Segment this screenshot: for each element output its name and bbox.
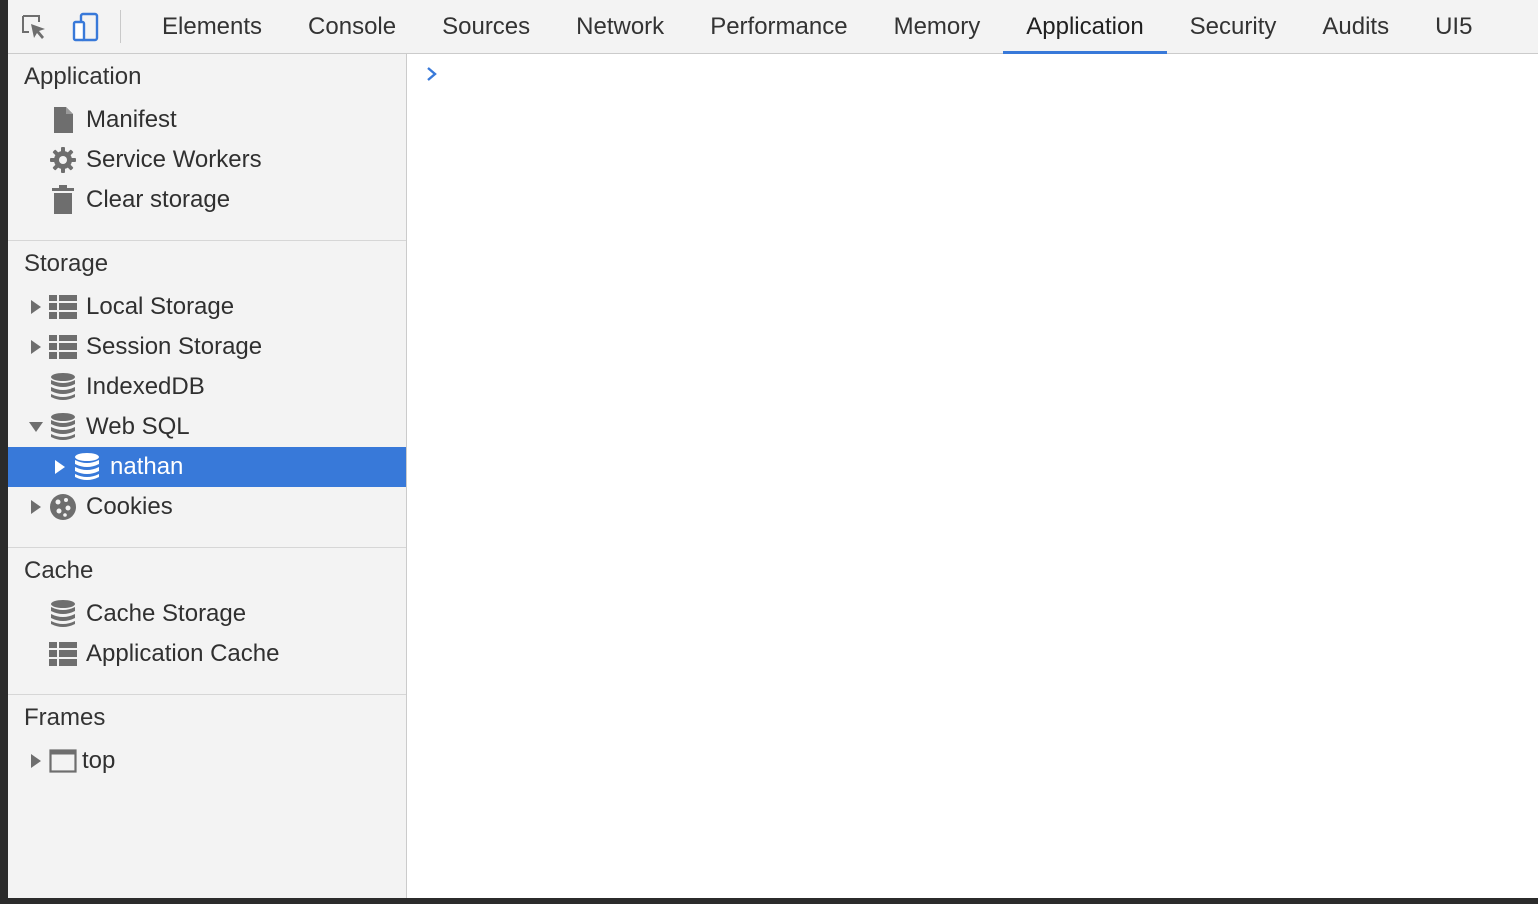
collapse-triangle-icon[interactable] <box>24 407 48 447</box>
sidebar-item-label: Clear storage <box>86 186 231 213</box>
sidebar-item-label: Web SQL <box>86 413 190 440</box>
database-icon <box>48 412 78 442</box>
tab-performance[interactable]: Performance <box>687 0 870 53</box>
tab-label: Application <box>1026 12 1144 40</box>
tab-console[interactable]: Console <box>285 0 419 53</box>
tab-security[interactable]: Security <box>1167 0 1300 53</box>
sidebar-item-label: Application Cache <box>86 640 280 667</box>
tab-label: Audits <box>1322 12 1390 40</box>
sidebar-item-label: IndexedDB <box>86 373 205 400</box>
sidebar-item-application-cache[interactable]: Application Cache <box>8 634 406 674</box>
tab-label: Performance <box>710 12 848 40</box>
sidebar-item-session-storage[interactable]: Session Storage <box>8 327 406 367</box>
sidebar-item-service-workers[interactable]: Service Workers <box>8 140 406 180</box>
database-icon <box>48 599 78 629</box>
device-toolbar-button[interactable] <box>60 0 112 53</box>
sidebar-item-label: Manifest <box>86 106 177 133</box>
sidebar-item-label: nathan <box>110 453 184 480</box>
grid-icon <box>48 639 78 669</box>
section-title-storage: Storage <box>8 241 406 287</box>
section-title-cache: Cache <box>8 548 406 594</box>
grid-icon <box>48 332 78 362</box>
tab-label: Elements <box>162 12 263 40</box>
database-icon <box>72 452 102 482</box>
tab-application[interactable]: Application <box>1003 0 1168 54</box>
database-icon <box>48 372 78 402</box>
sidebar-item-label: Cache Storage <box>86 600 247 627</box>
sidebar-item-web-sql[interactable]: Web SQL <box>8 407 406 447</box>
sidebar-item-manifest[interactable]: Manifest <box>8 100 406 140</box>
tab-memory[interactable]: Memory <box>871 0 1004 53</box>
toolbar-separator <box>120 10 121 43</box>
expand-triangle-icon[interactable] <box>48 447 72 487</box>
sidebar-item-label: Session Storage <box>86 333 263 360</box>
section-title-text: Application <box>24 63 142 90</box>
tab-label: Console <box>308 12 397 40</box>
expand-triangle-icon[interactable] <box>24 327 48 367</box>
expand-triangle-icon[interactable] <box>24 287 48 327</box>
section-title-frames: Frames <box>8 695 406 741</box>
tab-audits[interactable]: Audits <box>1299 0 1412 53</box>
chevron-right-icon <box>425 66 439 87</box>
tab-label: Network <box>576 12 665 40</box>
sidebar-item-nathan[interactable]: nathan <box>8 447 406 487</box>
sidebar-item-label: top <box>82 747 116 774</box>
sidebar-item-label: Cookies <box>86 493 173 520</box>
sidebar-item-top-frame[interactable]: top <box>8 741 406 781</box>
expand-triangle-icon[interactable] <box>24 741 48 781</box>
inspect-element-button[interactable] <box>8 0 60 53</box>
sidebar-item-cache-storage[interactable]: Cache Storage <box>8 594 406 634</box>
tab-label: UI5 <box>1435 12 1473 40</box>
sidebar-item-indexeddb[interactable]: IndexedDB <box>8 367 406 407</box>
section-title-text: Cache <box>24 557 94 584</box>
trash-icon <box>48 185 78 215</box>
tab-label: Security <box>1189 12 1277 40</box>
tab-label: Memory <box>893 12 981 40</box>
main-panel[interactable] <box>407 54 1538 898</box>
section-title-application: Application <box>8 54 406 100</box>
section-title-text: Frames <box>24 704 106 731</box>
devtools-toolbar: Elements Console Sources Network Perform… <box>8 0 1538 54</box>
sidebar-item-label: Local Storage <box>86 293 235 320</box>
application-sidebar: Application Manifest Service Workers Cle… <box>8 54 407 898</box>
sidebar-item-cookies[interactable]: Cookies <box>8 487 406 527</box>
gear-icon <box>48 145 78 175</box>
expand-triangle-icon[interactable] <box>24 487 48 527</box>
grid-icon <box>48 292 78 322</box>
sidebar-item-local-storage[interactable]: Local Storage <box>8 287 406 327</box>
section-title-text: Storage <box>24 250 109 277</box>
cookie-icon <box>48 492 78 522</box>
frame-icon <box>48 746 78 776</box>
tab-sources[interactable]: Sources <box>419 0 553 53</box>
sidebar-item-label: Service Workers <box>86 146 262 173</box>
tab-network[interactable]: Network <box>553 0 687 53</box>
devtools-window: Elements Console Sources Network Perform… <box>8 0 1538 898</box>
tab-label: Sources <box>442 12 531 40</box>
tab-ui5[interactable]: UI5 <box>1412 0 1495 53</box>
tab-elements[interactable]: Elements <box>139 0 285 53</box>
sidebar-item-clear-storage[interactable]: Clear storage <box>8 180 406 220</box>
document-icon <box>48 105 78 135</box>
device-mobile-icon <box>72 12 99 41</box>
inspect-cursor-icon <box>22 14 45 39</box>
